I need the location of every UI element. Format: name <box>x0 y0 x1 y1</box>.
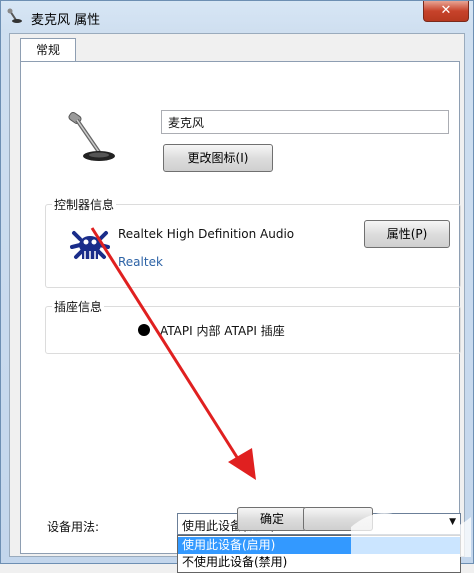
tab-general[interactable]: 常规 <box>20 38 76 62</box>
change-icon-button[interactable]: 更改图标(I) <box>163 144 273 172</box>
microphone-icon <box>7 8 22 23</box>
ok-button[interactable]: 确定 <box>237 507 307 531</box>
microphone-icon <box>68 111 115 161</box>
realtek-crab-icon <box>70 231 110 259</box>
window-title: 麦克风 属性 <box>31 13 101 28</box>
title-bar: 麦克风 属性 ✕ <box>1 1 473 33</box>
general-tab-panel: 麦克风 更改图标(I) 控制器信息 Realtek High Definitio… <box>20 61 461 573</box>
jack-info-group: 插座信息 ATAPI 内部 ATAPI 插座 <box>45 298 461 354</box>
properties-window: 麦克风 属性 ✕ 常规 麦克风 更改图标(I) 控制器信息 Realtek Hi… <box>0 0 474 573</box>
controller-info-label: 控制器信息 <box>52 196 117 213</box>
jack-info-label: 插座信息 <box>52 298 105 315</box>
controller-device-name: Realtek High Definition Audio <box>118 227 295 241</box>
jack-description: ATAPI 内部 ATAPI 插座 <box>160 324 285 338</box>
controller-properties-button[interactable]: 属性(P) <box>364 220 450 248</box>
device-usage-label: 设备用法: <box>47 520 100 534</box>
device-name-field[interactable]: 麦克风 <box>161 110 449 134</box>
close-button[interactable]: ✕ <box>423 1 469 22</box>
watermark-overlay <box>351 513 471 557</box>
controller-info-group: 控制器信息 Realtek High Definition Audio Real… <box>45 196 461 288</box>
dialog-client: 常规 麦克风 更改图标(I) 控制器信息 Realtek High Defini… <box>9 33 465 573</box>
vendor-link[interactable]: Realtek <box>118 255 163 269</box>
black-dot-icon <box>138 324 150 336</box>
